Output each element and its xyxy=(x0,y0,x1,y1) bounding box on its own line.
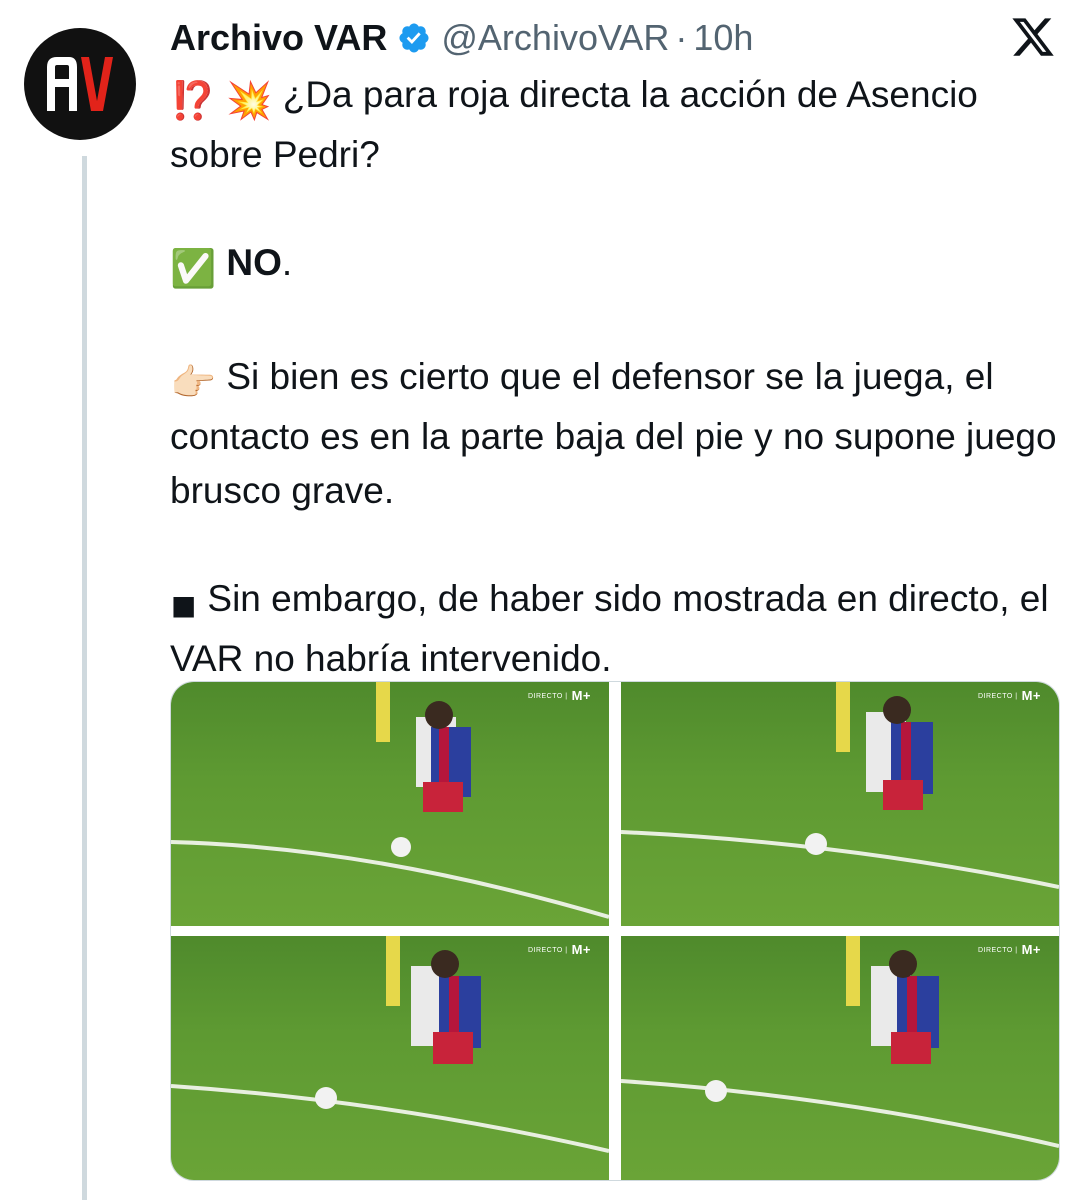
answer-punctuation: . xyxy=(281,242,293,283)
collision-emoji: 💥 xyxy=(226,80,273,121)
media-image-4[interactable]: DIRECTO | M+ xyxy=(621,936,1059,1180)
note-line: ◾ Sin embargo, de haber sido mostrada en… xyxy=(170,572,1060,686)
tweet-text: ⁉️ 💥 ¿Da para roja directa la acción de … xyxy=(170,68,1060,686)
broadcast-watermark: DIRECTO | M+ xyxy=(527,942,591,957)
question-line: ⁉️ 💥 ¿Da para roja directa la acción de … xyxy=(170,68,1060,182)
tweet-header: Archivo VAR @ArchivoVAR · 10h xyxy=(170,14,753,62)
football-photo-4 xyxy=(621,936,1059,1148)
question-text: ¿Da para roja directa la acción de Asenc… xyxy=(170,74,978,175)
avatar[interactable] xyxy=(24,28,136,140)
media-grid: DIRECTO | M+ DIRECTO | M+ DIRECTO | M+ D… xyxy=(170,681,1060,1181)
black-square-emoji: ◾ xyxy=(170,584,198,625)
author-handle[interactable]: @ArchivoVAR xyxy=(441,17,669,59)
x-logo-icon xyxy=(1010,14,1056,60)
broadcast-watermark: DIRECTO | M+ xyxy=(977,942,1041,957)
football-photo-1 xyxy=(171,682,609,919)
tweet-timestamp[interactable]: 10h xyxy=(693,17,753,59)
broadcast-watermark: DIRECTO | M+ xyxy=(527,688,591,703)
answer-line: ✅ NO. xyxy=(170,236,1060,296)
broadcast-watermark: DIRECTO | M+ xyxy=(977,688,1041,703)
media-image-2[interactable]: DIRECTO | M+ xyxy=(621,682,1059,926)
reason-text: Si bien es cierto que el defensor se la … xyxy=(170,356,1057,511)
reason-line: 👉🏻 Si bien es cierto que el defensor se … xyxy=(170,350,1060,518)
interrobang-emoji: ⁉️ xyxy=(170,80,217,121)
author-display-name[interactable]: Archivo VAR xyxy=(170,17,387,59)
thread-line xyxy=(82,156,87,1200)
verified-badge-icon xyxy=(397,21,431,55)
football-photo-3 xyxy=(171,936,609,1153)
note-text: Sin embargo, de haber sido mostrada en d… xyxy=(170,578,1049,679)
answer-text: NO xyxy=(226,242,282,283)
football-photo-2 xyxy=(621,682,1059,889)
media-image-1[interactable]: DIRECTO | M+ xyxy=(171,682,609,926)
archivo-var-logo xyxy=(47,57,113,111)
pointing-hand-emoji: 👉🏻 xyxy=(170,362,217,403)
check-mark-emoji: ✅ xyxy=(170,248,217,289)
separator-dot: · xyxy=(675,17,688,58)
media-image-3[interactable]: DIRECTO | M+ xyxy=(171,936,609,1180)
